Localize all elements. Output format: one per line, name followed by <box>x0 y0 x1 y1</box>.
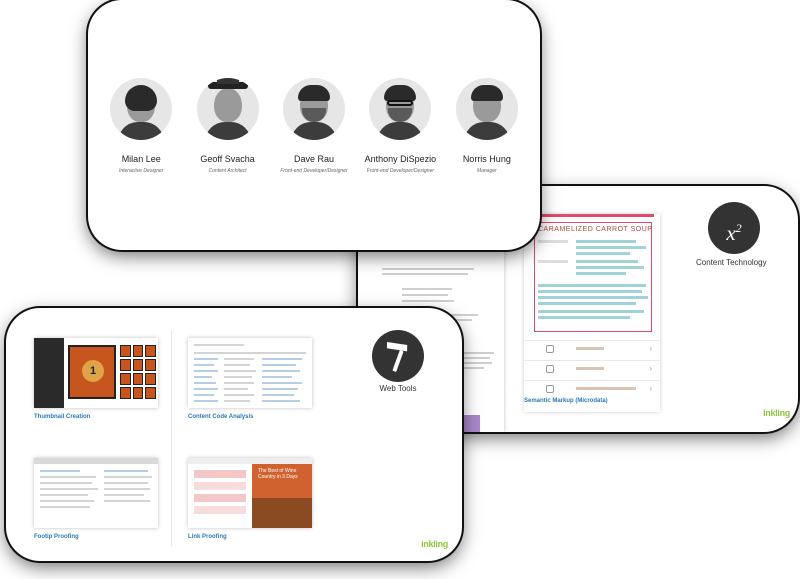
avatar <box>455 78 518 140</box>
content-technology-label: Content Technology <box>696 258 767 267</box>
content-code-analysis-label[interactable]: Content Code Analysis <box>188 414 253 420</box>
semantic-markup-label: Semantic Markup (Microdata) <box>524 398 608 404</box>
team-member: Norris Hung Manager <box>444 78 530 174</box>
recipe-title: CARAMELIZED CARROT SOUP <box>538 226 653 233</box>
list-item[interactable]: › <box>524 340 660 360</box>
team-card: Milan Lee Interactive Designer Geoff Sva… <box>88 0 540 250</box>
avatar <box>110 78 173 140</box>
link-proofing-label[interactable]: Link Proofing <box>188 534 227 540</box>
team-member: Milan Lee Interactive Designer <box>98 78 184 174</box>
thumbnail-creation-preview[interactable]: 1 <box>34 338 158 408</box>
member-name: Norris Hung <box>462 154 511 164</box>
team-list: Milan Lee Interactive Designer Geoff Sva… <box>98 78 530 174</box>
web-tools-label: Web Tools <box>379 384 417 393</box>
member-role: Front-end Developer/Designer <box>366 168 435 174</box>
member-role: Interactive Designer <box>118 168 164 174</box>
member-name: Anthony DiSpezio <box>364 154 437 164</box>
footip-proofing-preview[interactable] <box>34 458 158 528</box>
link-proofing-preview[interactable]: The Best of Wine Country in 3 Days <box>188 458 312 528</box>
math-icon-exponent: 2 <box>735 221 742 235</box>
math-icon: x2 <box>708 202 760 254</box>
member-name: Milan Lee <box>121 154 161 164</box>
math-icon-base: x <box>726 221 736 245</box>
hammer-icon <box>372 330 424 382</box>
avatar <box>369 78 432 140</box>
content-code-analysis-preview[interactable] <box>188 338 312 408</box>
team-member: Dave Rau Front-end Developer/Designer <box>271 78 357 174</box>
member-name: Dave Rau <box>294 154 335 164</box>
chevron-right-icon: › <box>649 384 652 393</box>
list-item[interactable]: › <box>524 380 660 400</box>
thumbnail-number: 1 <box>82 360 104 382</box>
member-name: Geoff Svacha <box>200 154 255 164</box>
team-member: Anthony DiSpezio Front-end Developer/Des… <box>357 78 443 174</box>
member-role: Front-end Developer/Designer <box>280 168 348 174</box>
chevron-right-icon: › <box>649 364 652 373</box>
member-role: Manager <box>476 168 497 174</box>
list-item[interactable]: › <box>524 360 660 380</box>
footip-proofing-label[interactable]: Footip Proofing <box>34 534 79 540</box>
thumbnail-creation-label[interactable]: Thumbnail Creation <box>34 414 90 420</box>
team-member: Geoff Svacha Content Architect <box>184 78 270 174</box>
member-role: Content Architect <box>208 168 247 174</box>
avatar <box>283 78 346 140</box>
avatar <box>196 78 259 140</box>
inkling-logo: inkling <box>421 539 448 549</box>
inkling-logo: inkling <box>763 408 790 418</box>
recipe-document-preview: CARAMELIZED CARROT SOUP › › › <box>524 214 660 412</box>
chevron-right-icon: › <box>649 344 652 353</box>
link-proofing-heading: The Best of Wine Country in 3 Days <box>258 468 298 480</box>
divider <box>171 330 172 546</box>
